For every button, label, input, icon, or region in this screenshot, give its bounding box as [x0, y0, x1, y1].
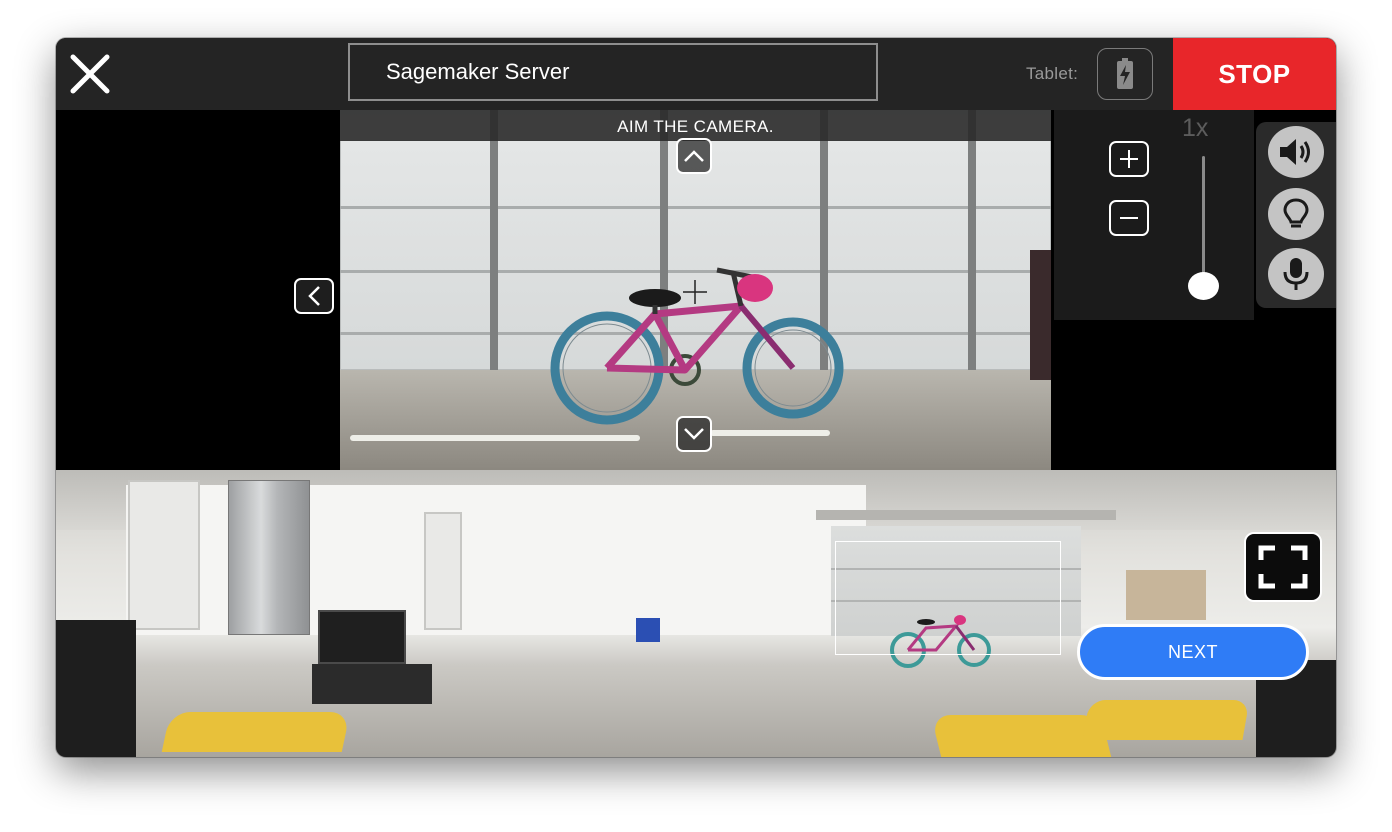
panorama-laptop [318, 610, 406, 664]
aim-instruction: AIM THE CAMERA. [340, 110, 1051, 141]
panorama-door-left [128, 480, 200, 630]
panorama-bucket [636, 618, 660, 642]
zoom-panel [1054, 110, 1254, 320]
target-selection-box[interactable] [835, 541, 1061, 655]
panorama-view[interactable]: NEXT [56, 470, 1336, 757]
tools-panel [1256, 122, 1336, 308]
red-object [1030, 250, 1051, 380]
floor-light-reflection [350, 435, 640, 441]
tablet-label: Tablet: [1026, 64, 1079, 83]
pan-left-button[interactable] [294, 278, 334, 314]
zoom-out-button[interactable] [1109, 200, 1149, 236]
tablet-battery-button[interactable] [1097, 48, 1153, 100]
top-bar: Sagemaker Server Tablet: STOP [56, 38, 1336, 110]
panorama-fridge [228, 480, 310, 635]
fullscreen-icon [1258, 545, 1308, 589]
camera-view[interactable]: AIM THE CAMERA. [340, 110, 1051, 470]
pan-up-button[interactable] [676, 138, 712, 174]
zoom-in-button[interactable] [1109, 141, 1149, 177]
microphone-button[interactable] [1268, 248, 1324, 300]
door-seam [340, 206, 1051, 209]
stop-button[interactable]: STOP [1173, 38, 1336, 110]
lightbulb-icon [1283, 198, 1309, 228]
robot-body-left [56, 620, 136, 757]
crosshair-icon [683, 280, 707, 304]
panorama-boxes [1126, 570, 1206, 620]
zoom-slider-knob[interactable] [1188, 272, 1219, 300]
panorama-door-right [424, 512, 462, 630]
light-button[interactable] [1268, 188, 1324, 240]
robot-control-window: Sagemaker Server Tablet: STOP AIM THE CA… [56, 38, 1336, 757]
chevron-down-icon [684, 428, 704, 440]
door-post [968, 110, 976, 400]
chevron-left-icon [308, 286, 320, 306]
next-button[interactable]: NEXT [1077, 624, 1309, 680]
garage-header [816, 510, 1116, 520]
speaker-button[interactable] [1268, 126, 1324, 178]
close-icon [70, 54, 110, 94]
pan-down-button[interactable] [676, 416, 712, 452]
minus-icon [1120, 217, 1138, 219]
server-title[interactable]: Sagemaker Server [348, 43, 878, 101]
robot-fender-right [1082, 700, 1250, 740]
speaker-icon [1280, 139, 1310, 165]
robot-fender-left [161, 712, 351, 752]
chevron-up-icon [684, 150, 704, 162]
bicycle-image [550, 267, 844, 425]
plus-icon [1120, 150, 1138, 168]
battery-charging-icon [1117, 58, 1133, 89]
close-button[interactable] [68, 52, 112, 96]
zoom-slider-track[interactable] [1202, 156, 1205, 288]
panorama-case [312, 664, 432, 704]
floor-light-reflection [710, 430, 830, 436]
fullscreen-button[interactable] [1244, 532, 1322, 602]
door-post [490, 110, 498, 400]
zoom-level: 1x [1182, 114, 1209, 142]
microphone-icon [1283, 258, 1309, 290]
